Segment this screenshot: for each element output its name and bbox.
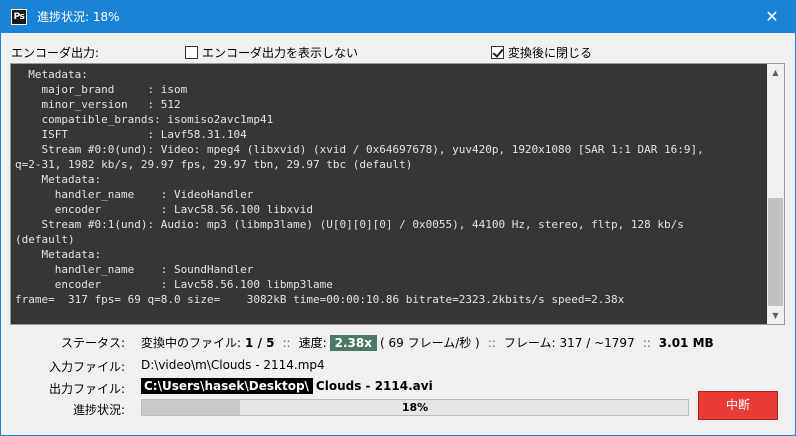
console-line: minor_version : 512 [15,98,181,111]
encoder-output-header: エンコーダ出力: エンコーダ出力を表示しない 変換後に閉じる [1,41,795,61]
scroll-down-icon[interactable]: ▼ [767,307,784,324]
hide-encoder-output-label: エンコーダ出力を表示しない [202,46,359,60]
fps-text: ( 69 フレーム/秒 ) [379,336,480,350]
console-line: ISFT : Lavf58.31.104 [15,128,247,141]
status-line: 変換中のファイル: 1 / 5 :: 速度: 2.38x ( 69 フレーム/秒… [141,334,714,351]
console-line: Stream #0:0(und): Video: mpeg4 (libxvid)… [15,143,704,156]
title-bar[interactable]: Ps 進捗状況: 18% ✕ [1,1,795,33]
frames-label: フレーム: [503,336,556,350]
input-file-path: D:\video\m\Clouds - 2114.mp4 [141,358,325,372]
console-line: Metadata: [15,68,88,81]
speed-badge: 2.38x [329,334,377,351]
separator: :: [642,335,651,350]
console-line: Metadata: [15,173,102,186]
progress-percent: 18% [401,401,429,414]
progress-label: 進捗状況: [72,403,125,417]
output-file-name: Clouds - 2114.avi [315,379,433,393]
console-line: handler_name : VideoHandler [15,188,254,201]
converting-file-value: 1 / 5 [245,335,275,350]
console-line: Stream #0:1(und): Audio: mp3 (libmp3lame… [15,218,684,231]
output-file-value: C:\Users\hasek\Desktop\ Clouds - 2114.avi [141,378,433,394]
console-line: encoder : Lavc58.56.100 libxvid [15,203,314,216]
scrollbar-thumb[interactable] [768,198,783,306]
console-line: handler_name : SoundHandler [15,263,254,276]
console-line: q=2-31, 1982 kb/s, 29.97 fps, 29.97 tbn,… [15,158,413,171]
console-line: (default) [15,233,75,246]
separator: :: [487,335,496,350]
speed-label: 速度: [298,336,327,350]
close-icon[interactable]: ✕ [749,1,795,33]
encoder-console[interactable]: Metadata: major_brand : isom minor_versi… [10,63,785,325]
input-file-label: 入力ファイル: [48,360,125,374]
console-line: frame= 317 fps= 69 q=8.0 size= 3082kB ti… [15,293,625,306]
close-after-convert-label: 変換後に閉じる [508,46,593,60]
status-label: ステータス: [60,336,125,350]
output-size-value: 3.01 MB [658,335,714,350]
converting-file-label: 変換中のファイル: [141,336,242,350]
checkbox-checked-icon[interactable] [491,46,504,59]
console-line: major_brand : isom [15,83,188,96]
console-log: Metadata: major_brand : isom minor_versi… [15,67,765,307]
close-after-convert-checkbox[interactable]: 変換後に閉じる [491,44,592,61]
console-scrollbar[interactable]: ▲ ▼ [767,64,784,324]
separator: :: [282,335,291,350]
checkbox-unchecked-icon[interactable] [185,46,198,59]
scroll-up-icon[interactable]: ▲ [767,64,784,81]
console-line: encoder : Lavc58.56.100 libmp3lame [15,278,333,291]
frames-value: 317 / ~1797 [559,335,635,350]
output-folder-link[interactable]: C:\Users\hasek\Desktop\ [141,378,313,394]
encoder-output-label: エンコーダ出力: [11,46,100,60]
app-icon: Ps [11,9,27,25]
hide-encoder-output-checkbox[interactable]: エンコーダ出力を表示しない [185,44,358,61]
console-line: compatible_brands: isomiso2avc1mp41 [15,113,274,126]
abort-button[interactable]: 中断 [698,391,778,420]
console-line: Metadata: [15,248,102,261]
progress-window: Ps 進捗状況: 18% ✕ エンコーダ出力: エンコーダ出力を表示しない 変換… [0,0,796,436]
output-file-label: 出力ファイル: [48,382,125,396]
progress-bar: 18% [141,399,689,416]
window-title: 進捗状況: 18% [37,10,120,24]
